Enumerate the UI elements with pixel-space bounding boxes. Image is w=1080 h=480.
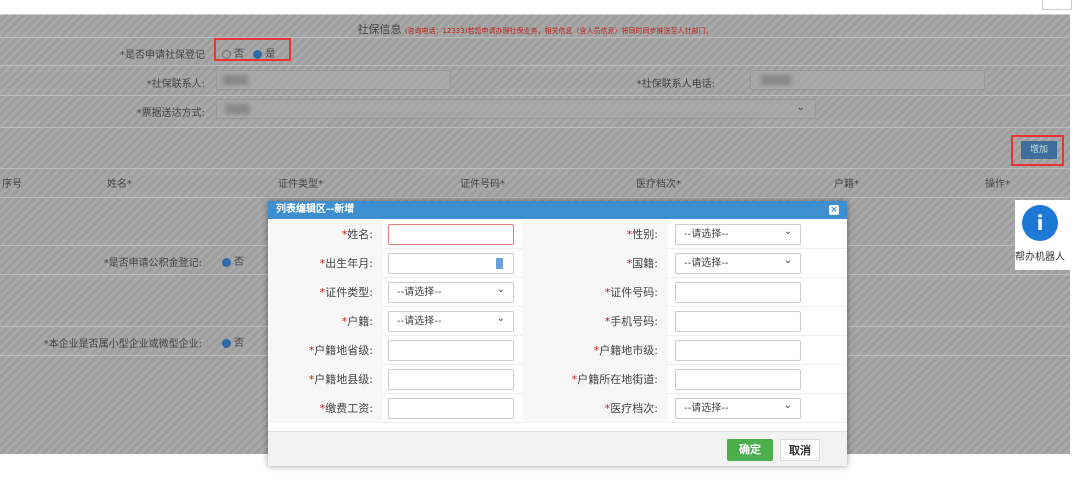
field-input[interactable]: [388, 340, 514, 361]
field-label: *医疗档次:: [522, 394, 668, 423]
field-input[interactable]: [675, 369, 801, 390]
col-index: 序号: [2, 179, 22, 190]
field-label: *手机号码:: [522, 307, 668, 336]
field-select[interactable]: --请选择--: [675, 251, 801, 274]
delivery-select[interactable]: ⌄: [216, 99, 816, 119]
add-record-dialog: 列表编辑区--新增× *姓名:*性别:--请选择--*出生年月:*国籍:--请选…: [268, 201, 847, 466]
contact-phone-label: *社保联系人电话:: [636, 79, 715, 90]
top-right-box: [1042, 0, 1072, 10]
contact-phone-input[interactable]: [750, 70, 985, 90]
field-label: *户籍地县级:: [268, 365, 383, 394]
field-select[interactable]: --请选择--: [388, 280, 514, 303]
section-title: 社保信息: [357, 23, 402, 36]
close-icon[interactable]: ×: [829, 205, 839, 215]
col-household: 户籍*: [834, 179, 859, 190]
field-label: *性别:: [522, 220, 668, 249]
field-input[interactable]: [675, 340, 801, 361]
dialog-title: 列表编辑区--新增: [276, 204, 355, 215]
contact-label: *社保联系人:: [146, 79, 205, 90]
field-input[interactable]: [388, 224, 514, 245]
delivery-label: *票据送达方式:: [136, 108, 205, 119]
field-select[interactable]: --请选择--: [675, 222, 801, 245]
dialog-footer: 确定 取消: [268, 431, 847, 466]
calendar-icon[interactable]: [496, 258, 503, 269]
field-label: *姓名:: [268, 220, 383, 249]
highlight-box: [214, 38, 291, 61]
small-enterprise-radio[interactable]: 否: [222, 334, 244, 349]
field-input[interactable]: [675, 311, 801, 332]
field-label: *证件号码:: [522, 278, 668, 307]
field-label: *户籍地市级:: [522, 336, 668, 365]
dialog-header: 列表编辑区--新增 ×: [268, 201, 847, 219]
field-label: *户籍所在地街道:: [522, 365, 668, 394]
form-row: *证件类型:--请选择-- *证件号码:: [268, 278, 847, 307]
form-row: *姓名: *性别: --请选择--: [268, 220, 847, 249]
highlight-box: [1011, 135, 1064, 166]
robot-label: 帮办机器人: [1015, 252, 1065, 263]
col-name: 姓名*: [107, 179, 132, 190]
apply-social-label: *是否申请社保登记: [120, 50, 205, 61]
field-label: *证件类型:: [268, 278, 383, 307]
form-row: *户籍地省级: *户籍地市级:: [268, 336, 847, 365]
date-input[interactable]: [388, 253, 514, 274]
confirm-button[interactable]: 确定: [727, 439, 773, 461]
col-id-number: 证件号码*: [460, 179, 505, 190]
contact-input[interactable]: [216, 70, 451, 90]
robot-assistant[interactable]: i 帮办机器人: [1015, 200, 1080, 270]
field-input[interactable]: [675, 282, 801, 303]
section-note: (咨询电话：12333)若您申请办理社保业务，相关信息（含人员信息）将同时同步推…: [404, 27, 713, 35]
housing-fund-radio[interactable]: 否: [222, 253, 244, 268]
field-select[interactable]: --请选择--: [388, 309, 514, 332]
form-row: *缴费工资: *医疗档次: --请选择--: [268, 394, 847, 423]
col-actions: 操作*: [985, 179, 1010, 190]
form-row: *出生年月: *国籍: --请选择--: [268, 249, 847, 278]
form-row: *户籍:--请选择-- *手机号码:: [268, 307, 847, 336]
field-label: *缴费工资:: [268, 394, 383, 423]
cancel-button[interactable]: 取消: [780, 439, 820, 461]
robot-icon: i: [1022, 205, 1058, 241]
small-enterprise-label: *本企业是否属小型企业或微型企业:: [43, 339, 202, 350]
field-label: *户籍地省级:: [268, 336, 383, 365]
section-header: 社保信息 (咨询电话：12333)若您申请办理社保业务，相关信息（含人员信息）将…: [0, 21, 1070, 37]
form-row: *户籍地县级: *户籍所在地街道:: [268, 365, 847, 394]
field-label: *户籍:: [268, 307, 383, 336]
col-medical-level: 医疗档次*: [636, 179, 681, 190]
field-label: *出生年月:: [268, 249, 383, 278]
field-label: *国籍:: [522, 249, 668, 278]
field-input[interactable]: [388, 398, 514, 419]
col-id-type: 证件类型*: [278, 179, 323, 190]
field-select[interactable]: --请选择--: [675, 396, 801, 419]
housing-fund-label: *是否申请公积金登记:: [103, 258, 202, 269]
field-input[interactable]: [388, 369, 514, 390]
